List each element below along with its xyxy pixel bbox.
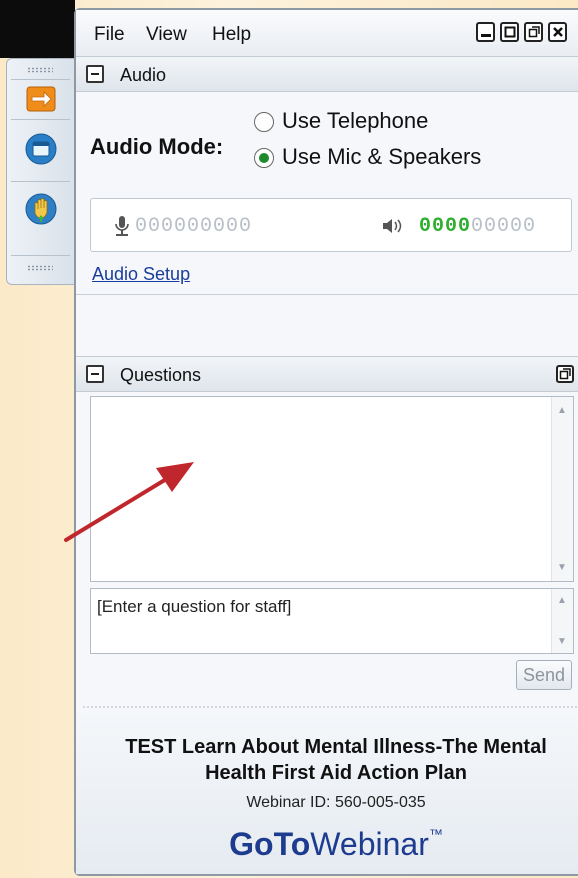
orange-arrow-icon <box>26 86 56 112</box>
minimize-icon <box>480 34 491 37</box>
collapse-audio-button[interactable] <box>86 65 104 83</box>
speaker-level-active: 0000 <box>419 215 472 238</box>
question-input[interactable]: [Enter a question for staff] ▲ ▼ <box>90 588 574 654</box>
close-button[interactable] <box>548 22 567 42</box>
webinar-info: TEST Learn About Mental Illness-The Ment… <box>76 714 578 874</box>
microphone-icon <box>115 216 129 236</box>
use-mic-speakers-label[interactable]: Use Mic & Speakers <box>282 144 481 170</box>
radio-use-telephone[interactable] <box>254 112 274 132</box>
scroll-down-icon[interactable]: ▼ <box>557 636 567 647</box>
use-telephone-label[interactable]: Use Telephone <box>282 108 428 134</box>
background-top-left <box>0 0 75 58</box>
resize-grip[interactable] <box>82 706 578 708</box>
close-icon <box>552 27 563 37</box>
menu-view[interactable]: View <box>146 24 187 46</box>
red-annotation-arrow <box>64 462 194 542</box>
restore-icon <box>528 26 540 38</box>
maximize-button[interactable] <box>500 22 519 42</box>
microphone-level: 000000000 <box>135 215 253 238</box>
raise-hand-icon <box>25 193 57 225</box>
screen-toggle-button[interactable] <box>23 131 59 165</box>
grip-dots-bottom[interactable] <box>27 265 53 271</box>
audio-section-title: Audio <box>120 65 167 85</box>
questions-log-scrollbar[interactable]: ▲ ▼ <box>551 397 573 581</box>
popout-icon <box>559 368 571 380</box>
speaker-level-rest: 00000 <box>471 215 537 238</box>
radio-use-mic-speakers[interactable] <box>254 148 274 168</box>
popout-questions-button[interactable] <box>556 365 574 383</box>
question-input-placeholder[interactable]: [Enter a question for staff] <box>97 597 291 617</box>
raise-hand-button[interactable] <box>23 191 59 225</box>
scroll-down-icon[interactable]: ▼ <box>557 562 567 573</box>
collapse-questions-button[interactable] <box>86 365 104 383</box>
audio-level-meters: 000000000 000000000 <box>90 198 572 252</box>
maximize-icon <box>504 26 515 38</box>
audio-section-header[interactable]: Audio <box>76 56 578 92</box>
screen-icon <box>25 133 57 165</box>
questions-section-header[interactable]: Questions <box>76 356 578 392</box>
menu-help[interactable]: Help <box>212 24 251 46</box>
audio-mode-label: Audio Mode: <box>90 134 224 159</box>
webinar-id: Webinar ID: 560-005-035 <box>246 794 426 811</box>
scroll-up-icon[interactable]: ▲ <box>557 405 567 416</box>
grip-dots-top[interactable] <box>27 67 53 73</box>
question-input-scrollbar[interactable]: ▲ ▼ <box>551 589 573 653</box>
restore-button[interactable] <box>524 22 543 42</box>
speaker-level: 000000000 <box>419 215 536 238</box>
audio-setup-link[interactable]: Audio Setup <box>92 264 190 285</box>
show-hide-panel-button[interactable] <box>23 83 59 117</box>
questions-section-title: Questions <box>120 365 202 385</box>
send-button[interactable]: Send <box>516 660 572 690</box>
grab-tab <box>6 58 74 285</box>
speaker-icon <box>383 219 402 233</box>
menu-bar: File View Help <box>76 10 578 56</box>
webinar-title: TEST Learn About Mental Illness-The Ment… <box>125 736 547 784</box>
divider <box>76 294 578 295</box>
gotowebinar-control-panel: File View Help Audio Audio Mode: Use Tel… <box>74 8 578 876</box>
scroll-up-icon[interactable]: ▲ <box>557 595 567 606</box>
gotowebinar-logo: GoToWebinar™ <box>229 826 443 862</box>
menu-file[interactable]: File <box>94 24 125 46</box>
minimize-button[interactable] <box>476 22 495 42</box>
